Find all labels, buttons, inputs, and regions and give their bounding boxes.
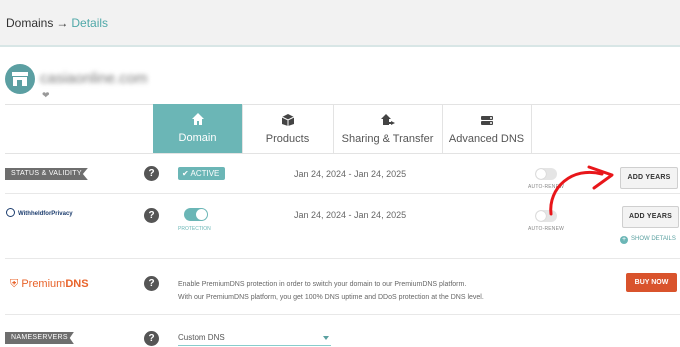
annotation-arrow-icon xyxy=(549,165,614,216)
